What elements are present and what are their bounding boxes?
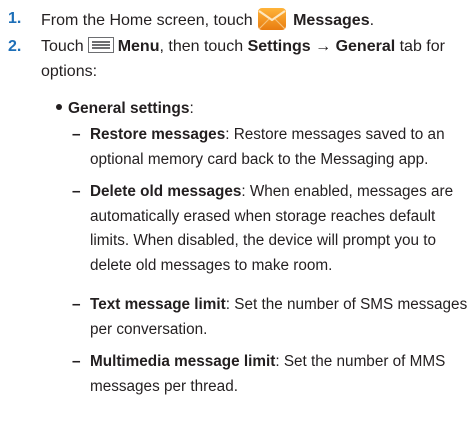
step-prefix: Touch <box>41 38 84 55</box>
dash-icon: – <box>72 183 81 200</box>
bullet-icon <box>56 104 62 110</box>
list-item: – Multimedia message limit: Set the numb… <box>72 350 470 399</box>
step-number: 2. <box>8 38 22 55</box>
item-name: Multimedia message limit <box>90 353 276 370</box>
item-body: Text message limit: Set the number of SM… <box>90 296 468 338</box>
messages-app-icon <box>257 8 286 30</box>
item-name: Delete old messages <box>90 183 242 200</box>
section-colon: : <box>189 100 194 117</box>
dash-icon: – <box>72 353 81 370</box>
step-text: Touch Menu, then touch Settings → Genera… <box>41 34 466 84</box>
dash-icon: – <box>72 126 81 143</box>
section-title: General settings <box>68 100 190 117</box>
list-item: – Restore messages: Restore messages sav… <box>72 123 470 172</box>
menu-icon <box>87 37 114 53</box>
item-body: Delete old messages: When enabled, messa… <box>90 183 454 274</box>
menu-label: Menu <box>117 38 160 55</box>
general-settings-bullet: General settings: <box>56 96 194 121</box>
item-body: Restore messages: Restore messages saved… <box>90 126 445 168</box>
item-body: Multimedia message limit: Set the number… <box>90 353 446 395</box>
dash-icon: – <box>72 296 81 313</box>
step-middle: , then touch <box>159 38 244 55</box>
step-text: From the Home screen, touch Messages. <box>41 6 466 33</box>
list-item: – Text message limit: Set the number of … <box>72 293 470 342</box>
messages-label: Messages <box>293 12 370 29</box>
list-item: – Delete old messages: When enabled, mes… <box>72 180 470 278</box>
manual-page: 1. From the Home screen, touch Messages.… <box>0 0 473 421</box>
step-prefix: From the Home screen, touch <box>41 12 253 29</box>
settings-general-label: Settings → General <box>247 38 396 55</box>
item-name: Restore messages <box>90 126 226 143</box>
step-suffix: . <box>369 12 375 29</box>
item-name: Text message limit <box>90 296 226 313</box>
step-number: 1. <box>8 10 22 27</box>
